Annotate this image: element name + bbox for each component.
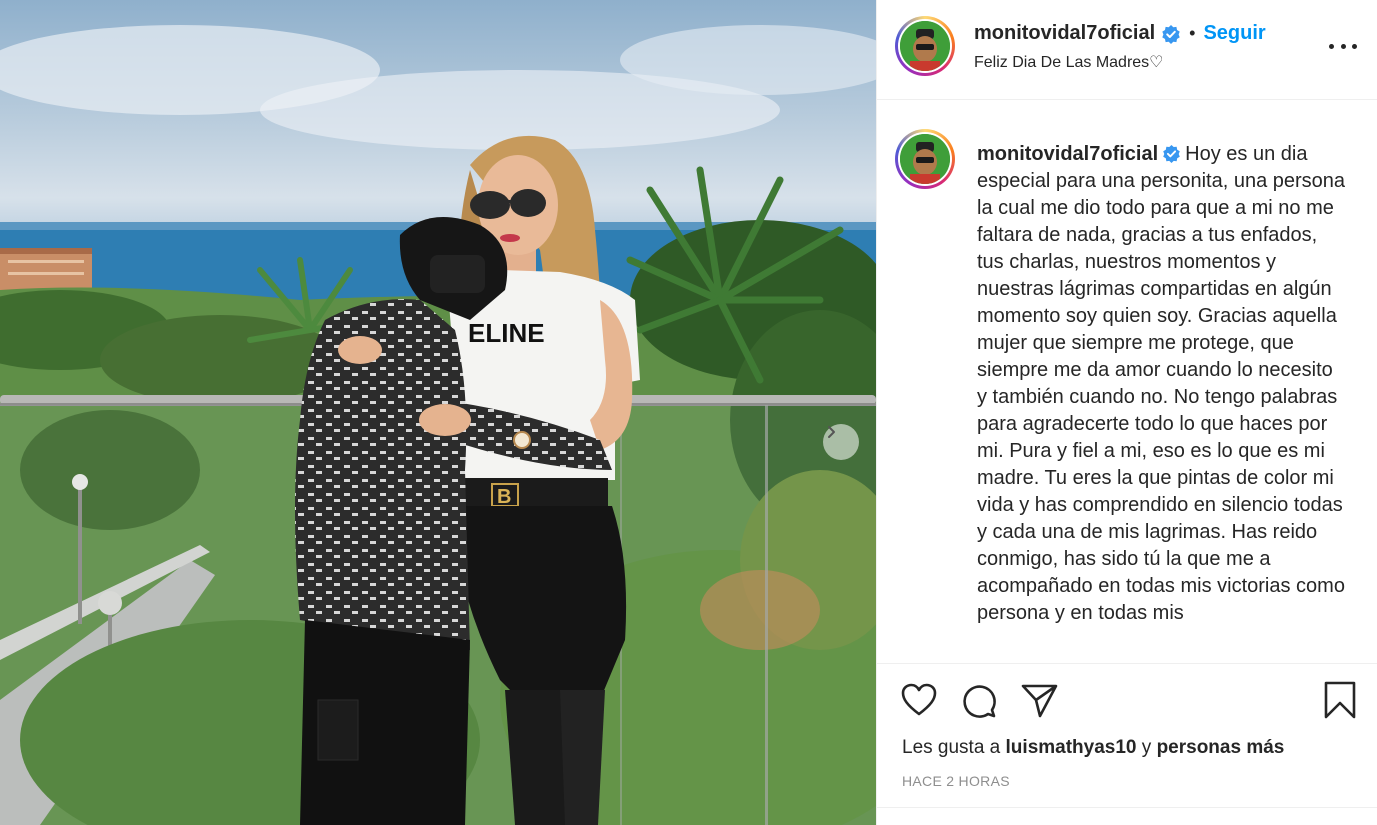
- bookmark-icon[interactable]: [1323, 681, 1357, 719]
- avatar-image: [900, 134, 950, 184]
- verified-badge-icon: [1163, 144, 1180, 163]
- next-image-button[interactable]: [823, 424, 859, 460]
- likes-summary: Les gusta a luismathyas10 y personas más: [902, 737, 1284, 759]
- separator-dot: •: [1189, 23, 1196, 43]
- header-username[interactable]: monitovidal7oficial: [974, 22, 1155, 45]
- post-location[interactable]: Feliz Dia De Las Madres♡: [974, 52, 1164, 72]
- belt-buckle-text: B: [497, 486, 511, 508]
- post-header: monitovidal7oficial • Seguir Feliz Dia D…: [877, 0, 1377, 100]
- comments-area[interactable]: monitovidal7oficial Hoy es un dia especi…: [877, 101, 1377, 664]
- caption-avatar[interactable]: [895, 129, 955, 189]
- caption-username[interactable]: monitovidal7oficial: [977, 143, 1158, 165]
- header-user-row: monitovidal7oficial • Seguir: [974, 22, 1266, 45]
- post-timestamp[interactable]: HACE 2 HORAS: [902, 773, 1010, 789]
- post-photo[interactable]: ELINE B: [0, 0, 876, 825]
- heart-icon[interactable]: [901, 683, 937, 717]
- post-actions: Les gusta a luismathyas10 y personas más…: [877, 665, 1377, 825]
- likes-user-link[interactable]: luismathyas10: [1006, 737, 1137, 758]
- likes-and: y: [1141, 737, 1152, 758]
- divider: [877, 807, 1377, 808]
- post-side-panel: monitovidal7oficial • Seguir Feliz Dia D…: [876, 0, 1377, 825]
- avatar-image: [900, 21, 950, 71]
- verified-badge-icon: [1162, 24, 1180, 44]
- comment-icon[interactable]: [961, 683, 997, 719]
- chevron-right-icon: [828, 426, 835, 438]
- post-caption: monitovidal7oficial Hoy es un dia especi…: [977, 141, 1347, 627]
- likes-others-link[interactable]: personas más: [1157, 737, 1285, 758]
- likes-prefix: Les gusta a: [902, 737, 1001, 758]
- follow-button[interactable]: Seguir: [1203, 22, 1265, 45]
- avatar[interactable]: [895, 16, 955, 76]
- share-icon[interactable]: [1021, 683, 1059, 719]
- shirt-print-text: ELINE: [468, 318, 545, 348]
- caption-text: Hoy es un dia especial para una personit…: [977, 143, 1346, 624]
- more-options-icon[interactable]: [1329, 34, 1357, 58]
- photo-scene: ELINE B: [0, 25, 876, 825]
